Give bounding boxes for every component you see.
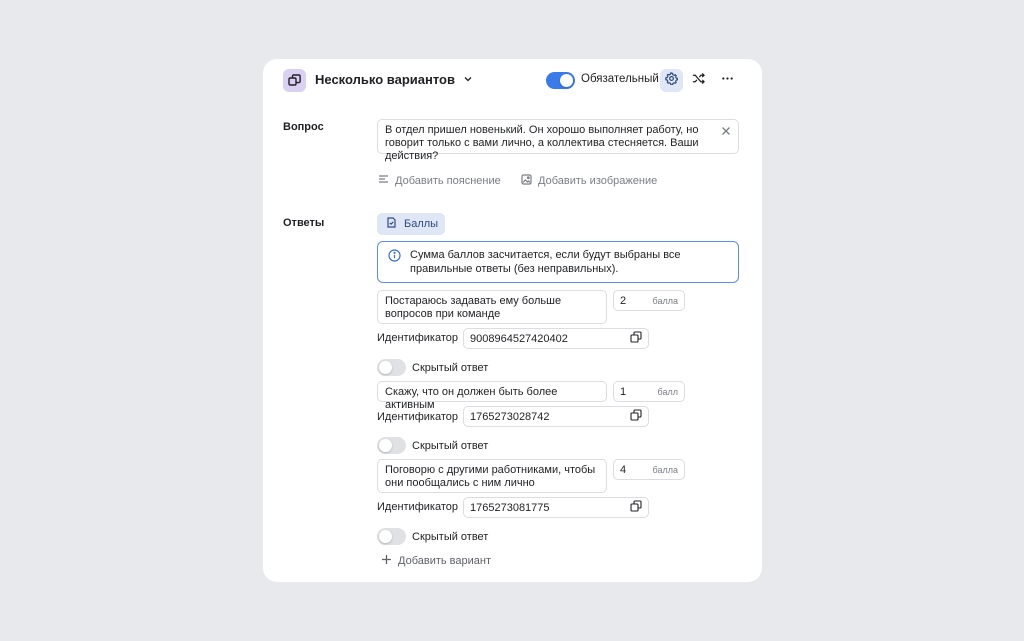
copy-icon[interactable]: [630, 331, 642, 346]
plus-icon: [381, 554, 392, 568]
hidden-answer-row: Скрытый ответ: [377, 528, 488, 545]
answer-text-field[interactable]: Постараюсь задавать ему больше вопросов …: [377, 290, 607, 324]
scores-label: Баллы: [404, 218, 439, 230]
answer-score-field[interactable]: 4 балла: [613, 459, 685, 480]
copy-icon[interactable]: [630, 500, 642, 515]
answer-score-field[interactable]: 1 балл: [613, 381, 685, 402]
close-icon: [721, 123, 731, 140]
image-icon: [521, 174, 532, 188]
answer-score-unit: балла: [652, 464, 678, 475]
scores-info-text: Сумма баллов засчитается, если будут выб…: [410, 249, 681, 275]
hidden-answer-row: Скрытый ответ: [377, 437, 488, 454]
add-variant-label: Добавить вариант: [398, 555, 492, 567]
hidden-answer-label: Скрытый ответ: [412, 439, 489, 452]
hidden-answer-toggle[interactable]: [377, 528, 406, 545]
hidden-answer-row: Скрытый ответ: [377, 359, 488, 376]
add-hint-button[interactable]: Добавить пояснение: [378, 174, 501, 188]
answers-section-label: Ответы: [283, 217, 325, 229]
add-variant-button[interactable]: Добавить вариант: [381, 554, 491, 568]
chevron-down-icon: [463, 72, 473, 87]
question-section-label: Вопрос: [283, 121, 324, 133]
multiple-choice-icon: [283, 69, 306, 92]
more-button[interactable]: [716, 69, 739, 92]
shuffle-button[interactable]: [687, 69, 710, 92]
scores-info-box: Сумма баллов засчитается, если будут выб…: [377, 241, 739, 283]
answer-score-field[interactable]: 2 балла: [613, 290, 685, 311]
add-image-label: Добавить изображение: [538, 175, 658, 187]
identifier-field[interactable]: 9008964527420402: [463, 328, 649, 349]
scores-button[interactable]: Баллы: [377, 213, 445, 235]
identifier-value: 9008964527420402: [470, 332, 568, 345]
question-card: Несколько вариантов Обязательный Вопрос …: [263, 59, 762, 582]
gear-icon: [665, 71, 679, 90]
identifier-value: 1765273081775: [470, 501, 550, 514]
answer-score-unit: балл: [657, 386, 678, 397]
answer-score-value: 1: [620, 385, 627, 398]
identifier-field[interactable]: 1765273081775: [463, 497, 649, 518]
shuffle-icon: [692, 72, 705, 90]
copy-icon[interactable]: [630, 409, 642, 424]
question-text-field[interactable]: В отдел пришел новенький. Он хорошо выпо…: [377, 119, 739, 162]
settings-button[interactable]: [660, 69, 683, 92]
required-label: Обязательный: [581, 73, 659, 85]
clear-question-button[interactable]: [721, 123, 733, 135]
identifier-label: Идентификатор: [377, 332, 458, 344]
identifier-label: Идентификатор: [377, 411, 458, 423]
hidden-answer-toggle[interactable]: [377, 437, 406, 454]
add-hint-label: Добавить пояснение: [395, 175, 501, 187]
identifier-field[interactable]: 1765273028742: [463, 406, 649, 427]
answer-text-field[interactable]: Поговорю с другими работниками, чтобы он…: [377, 459, 607, 493]
identifier-label: Идентификатор: [377, 501, 458, 513]
answer-score-value: 4: [620, 463, 627, 476]
document-check-icon: [386, 217, 397, 231]
add-image-button[interactable]: Добавить изображение: [521, 174, 657, 188]
question-type-dropdown[interactable]: Несколько вариантов: [315, 72, 473, 87]
hidden-answer-label: Скрытый ответ: [412, 361, 489, 374]
identifier-value: 1765273028742: [470, 410, 550, 423]
answer-score-unit: балла: [652, 295, 678, 306]
info-icon: [388, 249, 401, 266]
text-lines-icon: [378, 174, 389, 188]
hidden-answer-toggle[interactable]: [377, 359, 406, 376]
hidden-answer-label: Скрытый ответ: [412, 530, 489, 543]
required-toggle[interactable]: [546, 72, 575, 89]
more-dots-icon: [721, 72, 734, 90]
answer-score-value: 2: [620, 294, 627, 307]
answer-text-field[interactable]: Скажу, что он должен быть более активным: [377, 381, 607, 411]
question-type-label: Несколько вариантов: [315, 72, 455, 87]
